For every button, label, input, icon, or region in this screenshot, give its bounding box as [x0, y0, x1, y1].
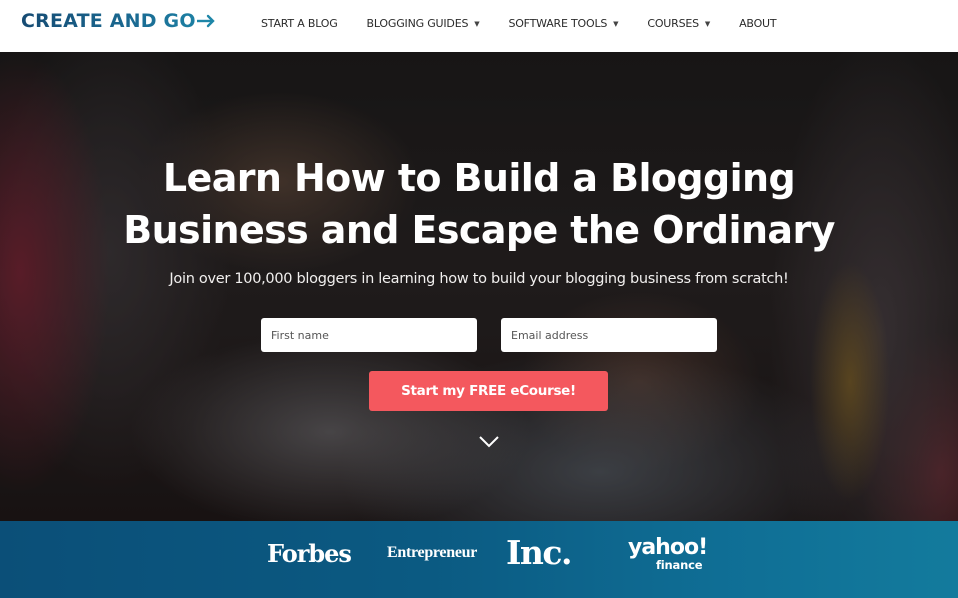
site-header: CREATE AND GO START A BLOG BLOGGING GUID…	[0, 0, 958, 52]
press-logos-banner: Forbes Entrepreneur Inc. yahoo! finance	[0, 521, 958, 598]
nav-item-software-tools[interactable]: SOFTWARE TOOLS ▼	[508, 17, 618, 30]
caret-down-icon: ▼	[474, 19, 480, 28]
nav-label: START A BLOG	[261, 17, 338, 30]
finance-wordmark: finance	[656, 558, 703, 572]
hero-headline: Learn How to Build a Blogging Business a…	[0, 152, 958, 256]
yahoo-wordmark: yahoo!	[628, 535, 708, 560]
caret-down-icon: ▼	[613, 19, 619, 28]
hero-content: Learn How to Build a Blogging Business a…	[0, 52, 958, 521]
email-input[interactable]	[501, 318, 717, 352]
hero-subhead: Join over 100,000 bloggers in learning h…	[169, 271, 789, 287]
nav-item-about[interactable]: ABOUT	[739, 17, 777, 30]
inc-logo: Inc.	[506, 533, 573, 572]
nav-label: SOFTWARE TOOLS	[508, 17, 608, 30]
site-logo[interactable]: CREATE AND GO	[21, 9, 215, 33]
entrepreneur-logo: Entrepreneur	[387, 544, 478, 561]
first-name-input[interactable]	[261, 318, 477, 352]
logo-arrow-icon	[196, 14, 215, 28]
hero-section: Learn How to Build a Blogging Business a…	[0, 52, 958, 521]
headline-line-2: Business and Escape the Ordinary	[123, 208, 835, 252]
nav-label: BLOGGING GUIDES	[366, 17, 469, 30]
nav-item-blogging-guides[interactable]: BLOGGING GUIDES ▼	[367, 17, 480, 30]
nav-label: ABOUT	[739, 17, 777, 30]
start-ecourse-button[interactable]: Start my FREE eCourse!	[369, 371, 608, 411]
main-nav: START A BLOG BLOGGING GUIDES ▼ SOFTWARE …	[261, 17, 777, 30]
caret-down-icon: ▼	[704, 19, 711, 28]
nav-item-courses[interactable]: COURSES ▼	[647, 17, 710, 30]
yahoo-finance-logo: yahoo! finance	[628, 536, 718, 576]
nav-label: COURSES	[647, 17, 699, 30]
headline-line-1: Learn How to Build a Blogging	[162, 156, 796, 200]
logo-text: CREATE AND GO	[21, 10, 196, 32]
nav-item-start-a-blog[interactable]: START A BLOG	[261, 17, 338, 30]
chevron-down-icon[interactable]	[478, 435, 500, 449]
forbes-logo: Forbes	[267, 539, 352, 568]
